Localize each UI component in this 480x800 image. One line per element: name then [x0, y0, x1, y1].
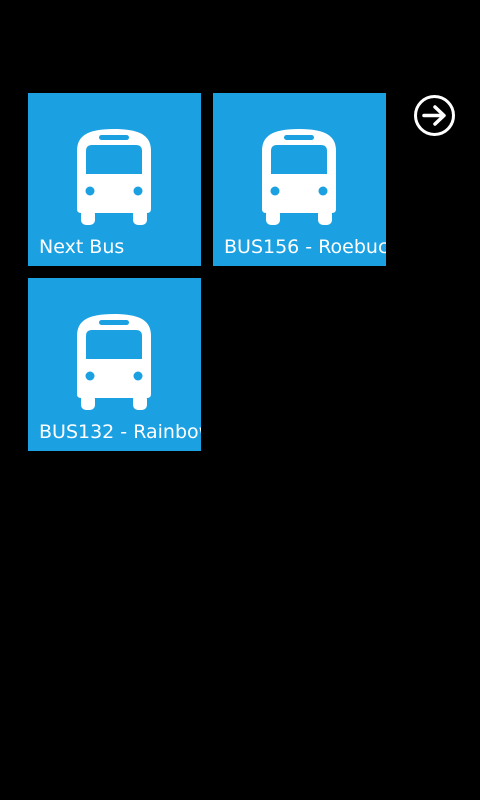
- tile-bus132[interactable]: BUS132 - Rainbow: [28, 278, 201, 451]
- tile-label: BUS132 - Rainbow: [39, 421, 201, 443]
- tile-label: Next Bus: [39, 236, 125, 258]
- tile-bus156[interactable]: BUS156 - Roebuck: [213, 93, 386, 266]
- start-screen: Next Bus BUS156 - Roebuck BUS132 - Rainb…: [0, 0, 480, 800]
- bus-icon: [77, 314, 151, 410]
- arrow-right-circle-icon[interactable]: [413, 94, 456, 137]
- tile-label: BUS156 - Roebuck: [224, 236, 386, 258]
- bus-icon: [262, 129, 336, 225]
- tile-next-bus[interactable]: Next Bus: [28, 93, 201, 266]
- bus-icon: [77, 129, 151, 225]
